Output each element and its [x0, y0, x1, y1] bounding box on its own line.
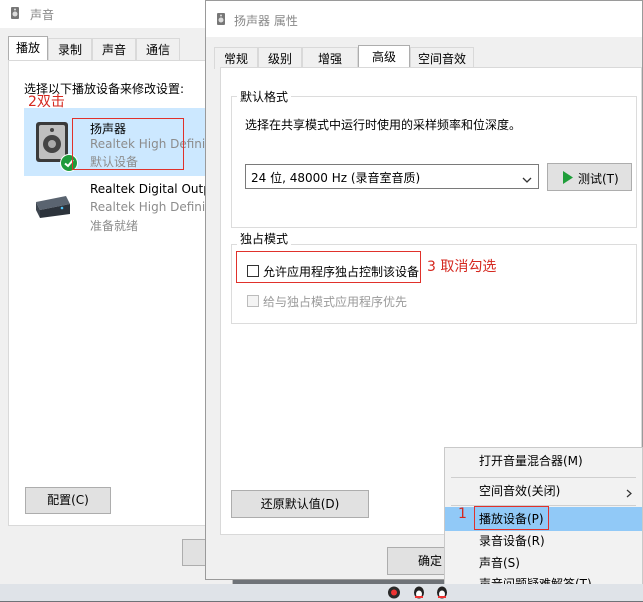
device-name: Realtek Digital Outp: [90, 182, 211, 196]
format-select[interactable]: 24 位, 48000 Hz (录音室音质): [245, 164, 539, 189]
tab-advanced[interactable]: 高级: [358, 45, 410, 69]
configure-button[interactable]: 配置(C): [25, 487, 111, 514]
annotation-box-device: [72, 118, 184, 170]
device-driver: Realtek High Definiti: [90, 200, 214, 214]
menu-item-spatial-sound[interactable]: 空间音效(关闭): [445, 479, 642, 503]
test-button-label: 测试(T): [578, 172, 619, 186]
tab-communications[interactable]: 通信: [136, 38, 180, 60]
menu-item-recording-devices[interactable]: 录音设备(R): [445, 529, 642, 553]
group-label: 默认格式: [237, 88, 292, 105]
window-title: 扬声器 属性: [234, 14, 298, 28]
tab-recording[interactable]: 录制: [48, 38, 92, 60]
sound-title-bar: 声音: [0, 0, 232, 28]
speaker-app-icon: [214, 12, 228, 26]
tab-sounds[interactable]: 声音: [92, 38, 136, 60]
tab-general[interactable]: 常规: [214, 47, 258, 69]
priority-label: 给与独占模式应用程序优先: [263, 295, 408, 309]
tab-playback[interactable]: 播放: [8, 36, 48, 60]
annotation-step1: 1: [458, 506, 467, 522]
tab-levels[interactable]: 级别: [258, 47, 302, 69]
menu-separator: [451, 477, 636, 478]
tray-qq-icon[interactable]: [412, 586, 426, 599]
props-title-bar: 扬声器 属性: [206, 1, 642, 37]
tab-enhancements[interactable]: 增强: [302, 47, 358, 69]
annotation-step2: 2双击: [28, 94, 65, 110]
chevron-down-icon: [522, 173, 532, 183]
digital-output-icon: [32, 192, 72, 220]
format-description: 选择在共享模式中运行时使用的采样频率和位深度。: [245, 118, 522, 132]
tray-app-icon[interactable]: [387, 586, 401, 599]
taskbar: [0, 584, 643, 601]
annotation-box-playback: [474, 506, 549, 530]
menu-item-sounds[interactable]: 声音(S): [445, 551, 642, 575]
props-tab-strip: 常规 级别 增强 高级 空间音效: [214, 45, 634, 69]
test-button[interactable]: 测试(T): [547, 163, 632, 191]
group-label: 独占模式: [237, 230, 292, 247]
priority-checkbox[interactable]: [247, 295, 259, 307]
menu-item-volume-mixer[interactable]: 打开音量混合器(M): [445, 449, 642, 473]
annotation-step3: 3 取消勾选: [427, 259, 497, 275]
device-status: 准备就绪: [90, 219, 139, 233]
format-selected-value: 24 位, 48000 Hz (录音室音质): [251, 171, 421, 185]
sound-window: 声音 播放 录制 声音 通信 选择以下播放设备来修改设置: 扬声器 Realte…: [0, 0, 233, 590]
device-item-digital-output[interactable]: Realtek Digital Outp Realtek High Defini…: [24, 178, 224, 242]
chevron-right-icon: [626, 487, 632, 498]
restore-defaults-button[interactable]: 还原默认值(D): [231, 490, 369, 518]
play-icon: [562, 171, 574, 184]
annotation-box-exclusive: [236, 251, 421, 283]
tab-spatial-sound[interactable]: 空间音效: [410, 47, 474, 69]
window-title: 声音: [30, 8, 55, 22]
tray-qq-icon[interactable]: [435, 586, 449, 599]
speaker-app-icon: [8, 6, 22, 20]
